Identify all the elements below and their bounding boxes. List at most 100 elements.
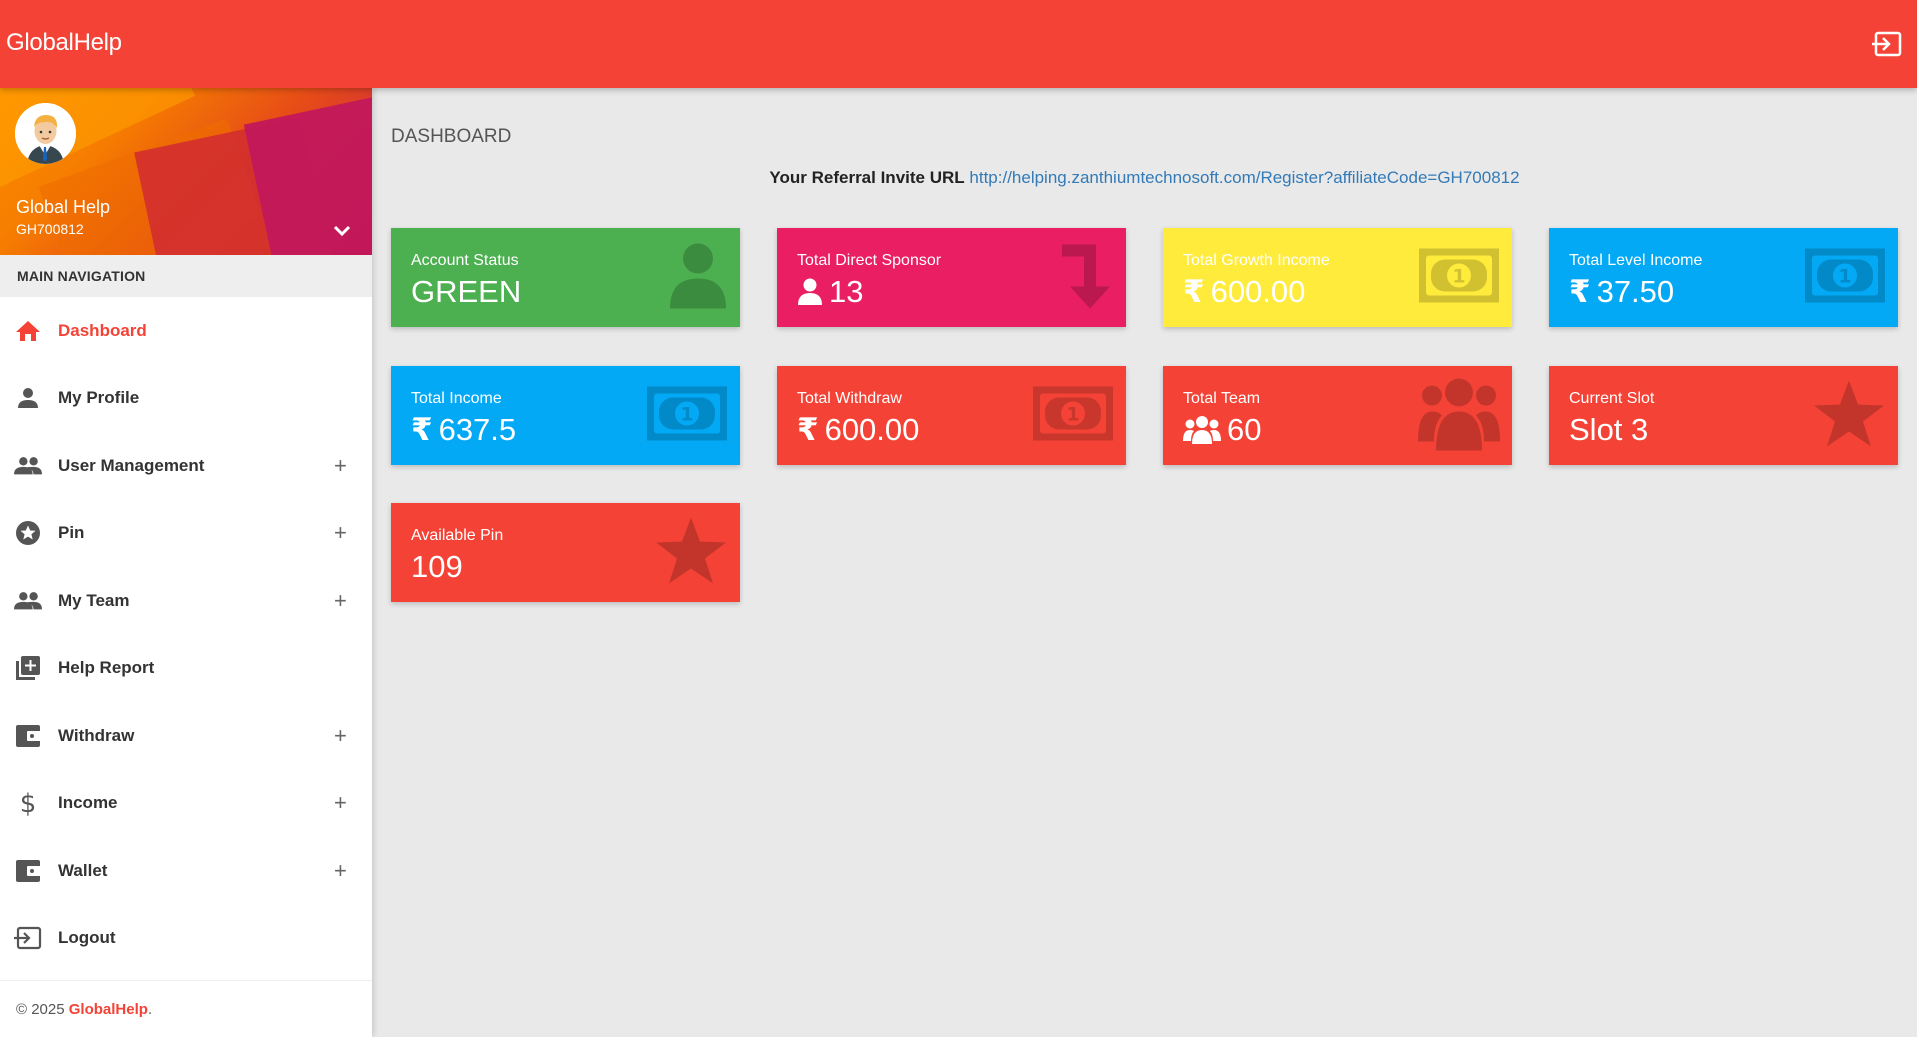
rupee-icon: ₹ [797, 412, 819, 447]
copyright-text: © 2025 [16, 1001, 69, 1018]
arrow-down-right-icon [1060, 240, 1114, 315]
main-content: DASHBOARD Your Referral Invite URL http:… [372, 88, 1917, 1037]
card-value: 109 [411, 549, 463, 584]
sidebar-item-pin[interactable]: Pin + [0, 500, 372, 568]
page-title: DASHBOARD [391, 126, 512, 147]
brand-logo[interactable]: GlobalHelp [6, 29, 122, 57]
sidebar-item-label: Withdraw [58, 725, 135, 745]
card-title: Available Pin [411, 527, 504, 544]
rupee-icon: ₹ [411, 412, 433, 447]
top-navbar: GlobalHelp [0, 0, 1917, 88]
dollar-icon: $ [14, 789, 42, 817]
card-total-team[interactable]: Total Team 60 [1163, 366, 1512, 465]
card-total-level-income[interactable]: Total Level Income ₹ 37.50 1 [1549, 228, 1898, 327]
sidebar-menu: Dashboard My Profile User Management + P… [0, 297, 372, 972]
card-value: 600.00 [824, 412, 920, 447]
sidebar-item-wallet[interactable]: Wallet + [0, 837, 372, 905]
avatar[interactable] [15, 103, 76, 164]
svg-text:1: 1 [1066, 403, 1079, 425]
card-value: 37.50 [1596, 274, 1675, 309]
referral-label: Your Referral Invite URL [769, 168, 965, 187]
card-account-status[interactable]: Account Status GREEN [391, 228, 740, 327]
user-name: Global Help [16, 197, 111, 217]
sidebar-item-label: Wallet [58, 860, 108, 880]
rupee-icon: ₹ [1569, 274, 1591, 309]
rupee-icon: ₹ [1183, 274, 1205, 309]
card-available-pin[interactable]: Available Pin 109 [391, 503, 740, 602]
card-value: 60 [1227, 412, 1262, 447]
referral-url-link[interactable]: http://helping.zanthiumtechnosoft.com/Re… [969, 168, 1519, 187]
sidebar-item-help-report[interactable]: Help Report [0, 635, 372, 703]
sidebar-item-label: User Management [58, 455, 205, 475]
expand-plus-icon[interactable]: + [334, 790, 347, 816]
logout-icon [14, 924, 42, 952]
svg-text:1: 1 [1838, 265, 1851, 287]
card-value: 637.5 [438, 412, 517, 447]
svg-text:$: $ [20, 789, 37, 817]
wallet-icon [14, 722, 42, 750]
money-icon: 1 [646, 385, 728, 446]
card-total-income[interactable]: Total Income ₹ 637.5 1 [391, 366, 740, 465]
user-info-panel: Global Help GH700812 [0, 88, 372, 255]
sidebar-item-income[interactable]: $ Income + [0, 770, 372, 838]
card-title: Account Status [411, 252, 519, 269]
users-icon [1418, 375, 1500, 456]
card-current-slot[interactable]: Current Slot Slot 3 [1549, 366, 1898, 465]
card-value: GREEN [411, 274, 522, 309]
expand-plus-icon[interactable]: + [334, 520, 347, 546]
expand-plus-icon[interactable]: + [334, 723, 347, 749]
money-icon: 1 [1418, 247, 1500, 308]
wallet-icon [14, 857, 42, 885]
sidebar-footer: © 2025 GlobalHelp. [0, 980, 372, 1037]
nav-section-header: MAIN NAVIGATION [0, 255, 372, 297]
card-value: 600.00 [1210, 274, 1306, 309]
sidebar-item-label: Help Report [58, 658, 155, 678]
star-circle-icon [14, 519, 42, 547]
logout-icon[interactable] [1871, 30, 1903, 58]
card-title: Total Direct Sponsor [797, 252, 942, 269]
star-icon [1812, 378, 1886, 453]
sidebar-item-label: Income [58, 793, 118, 813]
sidebar-item-label: My Profile [58, 388, 140, 408]
card-value: 13 [829, 274, 864, 309]
card-total-growth-income[interactable]: Total Growth Income ₹ 600.00 1 [1163, 228, 1512, 327]
card-value: Slot 3 [1569, 412, 1649, 447]
expand-plus-icon[interactable]: + [334, 858, 347, 884]
svg-text:1: 1 [1452, 265, 1465, 287]
footer-brand-link[interactable]: GlobalHelp [69, 1001, 148, 1018]
people-icon [14, 452, 42, 480]
referral-line: Your Referral Invite URL http://helping.… [372, 168, 1917, 188]
expand-plus-icon[interactable]: + [334, 588, 347, 614]
card-title: Total Withdraw [797, 390, 902, 407]
expand-plus-icon[interactable]: + [334, 453, 347, 479]
person-icon [798, 278, 822, 305]
card-title: Total Growth Income [1183, 252, 1330, 269]
left-sidebar: Global Help GH700812 MAIN NAVIGATION Das… [0, 88, 372, 1037]
people-icon [14, 587, 42, 615]
card-total-direct-sponsor[interactable]: Total Direct Sponsor 13 [777, 228, 1126, 327]
card-title: Current Slot [1569, 390, 1655, 407]
money-icon: 1 [1804, 247, 1886, 308]
sidebar-item-dashboard[interactable]: Dashboard [0, 297, 372, 365]
chevron-down-icon[interactable] [332, 224, 352, 238]
sidebar-item-my-profile[interactable]: My Profile [0, 365, 372, 433]
card-total-withdraw[interactable]: Total Withdraw ₹ 600.00 1 [777, 366, 1126, 465]
sidebar-item-my-team[interactable]: My Team + [0, 567, 372, 635]
sidebar-item-withdraw[interactable]: Withdraw + [0, 702, 372, 770]
person-icon [668, 240, 728, 315]
sidebar-item-label: Logout [58, 928, 116, 948]
sidebar-item-label: My Team [58, 590, 130, 610]
user-code: GH700812 [16, 221, 84, 237]
sidebar-item-label: Dashboard [58, 320, 147, 340]
card-title: Total Level Income [1569, 252, 1703, 269]
person-icon [14, 384, 42, 412]
card-title: Total Income [411, 390, 502, 407]
sidebar-item-logout[interactable]: Logout [0, 905, 372, 973]
star-icon [654, 515, 728, 590]
library-add-icon [14, 654, 42, 682]
sidebar-item-user-management[interactable]: User Management + [0, 432, 372, 500]
card-title: Total Team [1183, 390, 1261, 407]
users-icon [1183, 416, 1221, 444]
sidebar-item-label: Pin [58, 523, 85, 543]
money-icon: 1 [1032, 385, 1114, 446]
